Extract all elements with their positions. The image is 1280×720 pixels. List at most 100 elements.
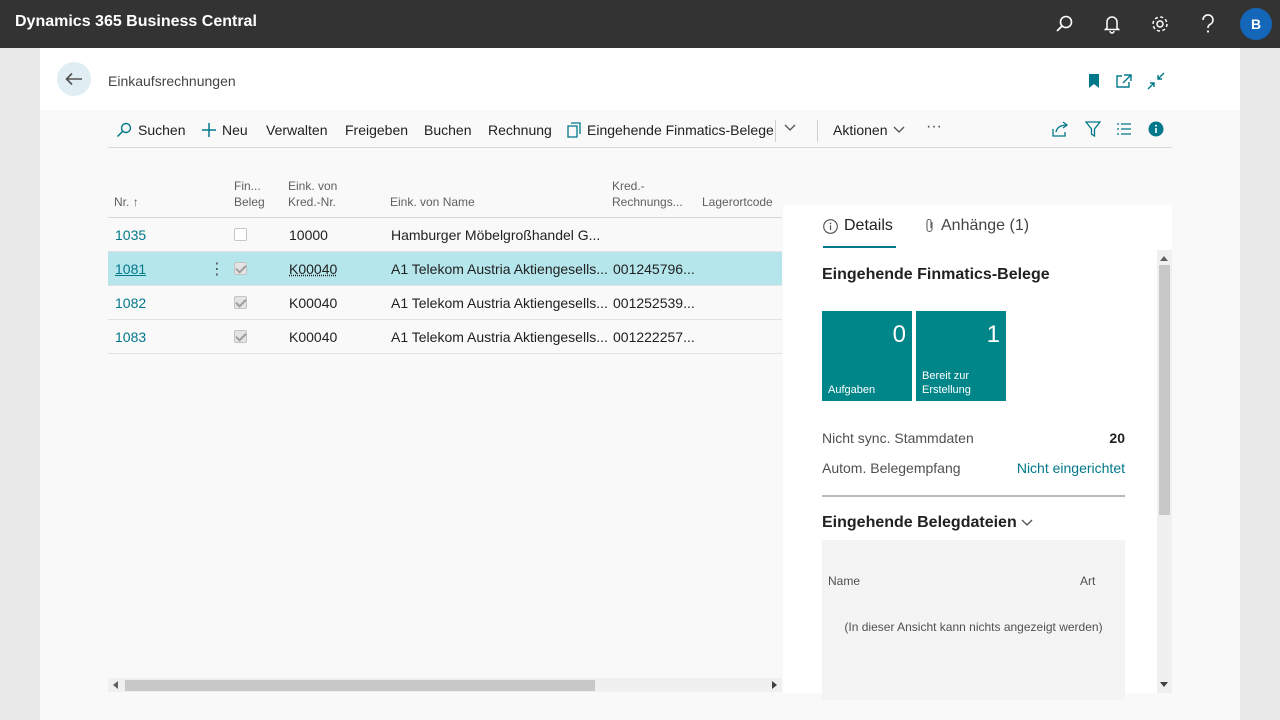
column-header-invoice-nr[interactable]: Kred.- Rechnungs... (612, 178, 683, 210)
info-icon (823, 218, 838, 234)
table-row[interactable]: 1035 10000 Hamburger Möbelgroßhandel G..… (108, 218, 782, 252)
tab-attachments[interactable]: Anhänge (1) (925, 217, 1029, 235)
invoice-menu[interactable]: Rechnung (488, 122, 552, 138)
bell-icon[interactable] (1100, 12, 1124, 36)
row-actions-icon[interactable]: ⋮ (209, 259, 225, 279)
ready-tile-label-line1: Bereit zur (922, 370, 970, 382)
filter-icon[interactable] (1085, 121, 1101, 137)
new-button-label: Neu (222, 122, 248, 138)
row-nr[interactable]: 1035 (115, 227, 146, 243)
column-header-invoice-nr-line1: Kred.- (612, 179, 645, 193)
fin-beleg-checkbox[interactable] (234, 228, 247, 241)
plus-icon (202, 123, 216, 137)
finmatics-button[interactable]: Eingehende Finmatics-Belege (567, 122, 774, 138)
help-icon[interactable] (1196, 12, 1220, 36)
finmatics-button-label: Eingehende Finmatics-Belege (587, 122, 774, 138)
page-header: Einkaufsrechnungen (40, 48, 1240, 110)
row-nr[interactable]: 1083 (115, 329, 146, 345)
user-avatar[interactable]: B (1240, 8, 1272, 40)
top-bar: Dynamics 365 Business Central B (0, 0, 1280, 48)
row-nr[interactable]: 1082 (115, 295, 146, 311)
search-button[interactable]: Suchen (116, 122, 185, 138)
finmatics-dropdown[interactable] (784, 124, 796, 132)
open-new-window-icon[interactable] (1115, 72, 1133, 90)
more-options-button[interactable]: ··· (926, 118, 942, 136)
scroll-thumb[interactable] (125, 680, 595, 691)
section-divider (822, 495, 1125, 497)
collapse-icon[interactable] (1147, 72, 1165, 90)
invoice-list: Nr. ↑ Fin... Beleg Eink. von Kred.-Nr. E… (108, 172, 782, 692)
active-tab-indicator (823, 246, 896, 248)
files-column-name[interactable]: Name (828, 574, 860, 588)
app-title[interactable]: Dynamics 365 Business Central (15, 13, 257, 31)
row-invoice-nr: 001222257... (613, 329, 695, 345)
fin-beleg-checkbox[interactable] (234, 330, 247, 343)
column-header-vendor-nr-line2: Kred.-Nr. (288, 195, 337, 209)
auto-receipt-label: Autom. Belegempfang (822, 460, 961, 476)
post-menu-label: Buchen (424, 122, 472, 138)
row-vendor-name: A1 Telekom Austria Aktiengesells... (391, 329, 608, 345)
column-header-vendor-name[interactable]: Eink. von Name (390, 194, 475, 210)
release-menu[interactable]: Freigeben (345, 122, 408, 138)
tasks-tile[interactable]: 0 Aufgaben (822, 311, 912, 401)
list-view-icon[interactable] (1116, 122, 1132, 136)
row-vendor-nr: 10000 (289, 227, 328, 243)
table-row[interactable]: 1082 K00040 A1 Telekom Austria Aktienges… (108, 286, 782, 320)
tab-attachments-label: Anhänge (1) (941, 217, 1030, 234)
files-column-type[interactable]: Art (1080, 574, 1095, 588)
separator (775, 120, 776, 142)
invoice-menu-label: Rechnung (488, 122, 552, 138)
tasks-tile-label: Aufgaben (828, 384, 876, 396)
scroll-thumb[interactable] (1159, 265, 1170, 515)
unsynced-master-data-value[interactable]: 20 (1109, 430, 1125, 446)
search-icon[interactable] (1052, 12, 1076, 36)
sort-ascending-icon: ↑ (132, 195, 139, 209)
column-header-vendor-nr[interactable]: Eink. von Kred.-Nr. (288, 178, 337, 210)
row-invoice-nr: 001245796... (613, 261, 695, 277)
row-vendor-nr[interactable]: K00040 (289, 261, 337, 277)
fin-beleg-checkbox[interactable] (234, 262, 247, 275)
back-button[interactable] (57, 62, 91, 96)
tab-details-label: Details (844, 217, 893, 234)
manage-menu-label: Verwalten (266, 122, 328, 138)
factbox-vertical-scrollbar[interactable] (1157, 250, 1172, 693)
ready-to-create-tile[interactable]: 1 Bereit zur Erstellung (916, 311, 1006, 401)
tab-details[interactable]: Details (823, 217, 893, 235)
page-title: Einkaufsrechnungen (108, 73, 236, 89)
row-vendor-name: Hamburger Möbelgroßhandel G... (391, 227, 601, 243)
info-icon[interactable] (1148, 121, 1164, 137)
share-icon[interactable] (1051, 121, 1069, 137)
scroll-down-icon (1160, 682, 1168, 687)
post-menu[interactable]: Buchen (424, 122, 471, 138)
manage-menu[interactable]: Verwalten (266, 122, 327, 138)
actions-menu[interactable]: Aktionen (833, 122, 905, 138)
column-header-nr-label: Nr. (114, 195, 130, 209)
incoming-files-section[interactable]: Eingehende Belegdateien (822, 514, 1033, 532)
gear-icon[interactable] (1148, 12, 1172, 36)
column-header-fin-line2: Beleg (234, 195, 265, 209)
column-header-fin-beleg[interactable]: Fin... Beleg (234, 178, 265, 210)
table-row[interactable]: 1083 K00040 A1 Telekom Austria Aktienges… (108, 320, 782, 354)
table-row-selected[interactable]: 1081 ⋮ K00040 A1 Telekom Austria Aktieng… (108, 252, 782, 286)
finmatics-section-title: Eingehende Finmatics-Belege (822, 266, 1050, 283)
row-vendor-nr: K00040 (289, 295, 338, 311)
search-button-label: Suchen (138, 122, 186, 138)
new-button[interactable]: Neu (202, 122, 248, 138)
column-header-location[interactable]: Lagerortcode (702, 194, 773, 210)
fin-beleg-checkbox[interactable] (234, 296, 247, 309)
column-header-nr[interactable]: Nr. ↑ (114, 194, 139, 210)
chevron-down-icon (784, 124, 796, 131)
document-icon (567, 122, 581, 138)
unsynced-master-data-label: Nicht sync. Stammdaten (822, 430, 974, 446)
factbox-pane: Details Anhänge (1) Eingehende Finmatics… (783, 205, 1172, 700)
column-header-fin-line1: Fin... (234, 179, 261, 193)
auto-receipt-value[interactable]: Nicht eingerichtet (1017, 460, 1125, 476)
bookmark-icon[interactable] (1085, 72, 1103, 90)
row-nr[interactable]: 1081 (115, 261, 146, 277)
paperclip-icon (926, 218, 933, 233)
ready-tile-value: 1 (986, 321, 1000, 348)
incoming-files-title: Eingehende Belegdateien (822, 514, 1017, 531)
horizontal-scrollbar[interactable] (108, 678, 782, 692)
column-header-vendor-nr-line1: Eink. von (288, 179, 338, 193)
search-icon (116, 122, 132, 138)
